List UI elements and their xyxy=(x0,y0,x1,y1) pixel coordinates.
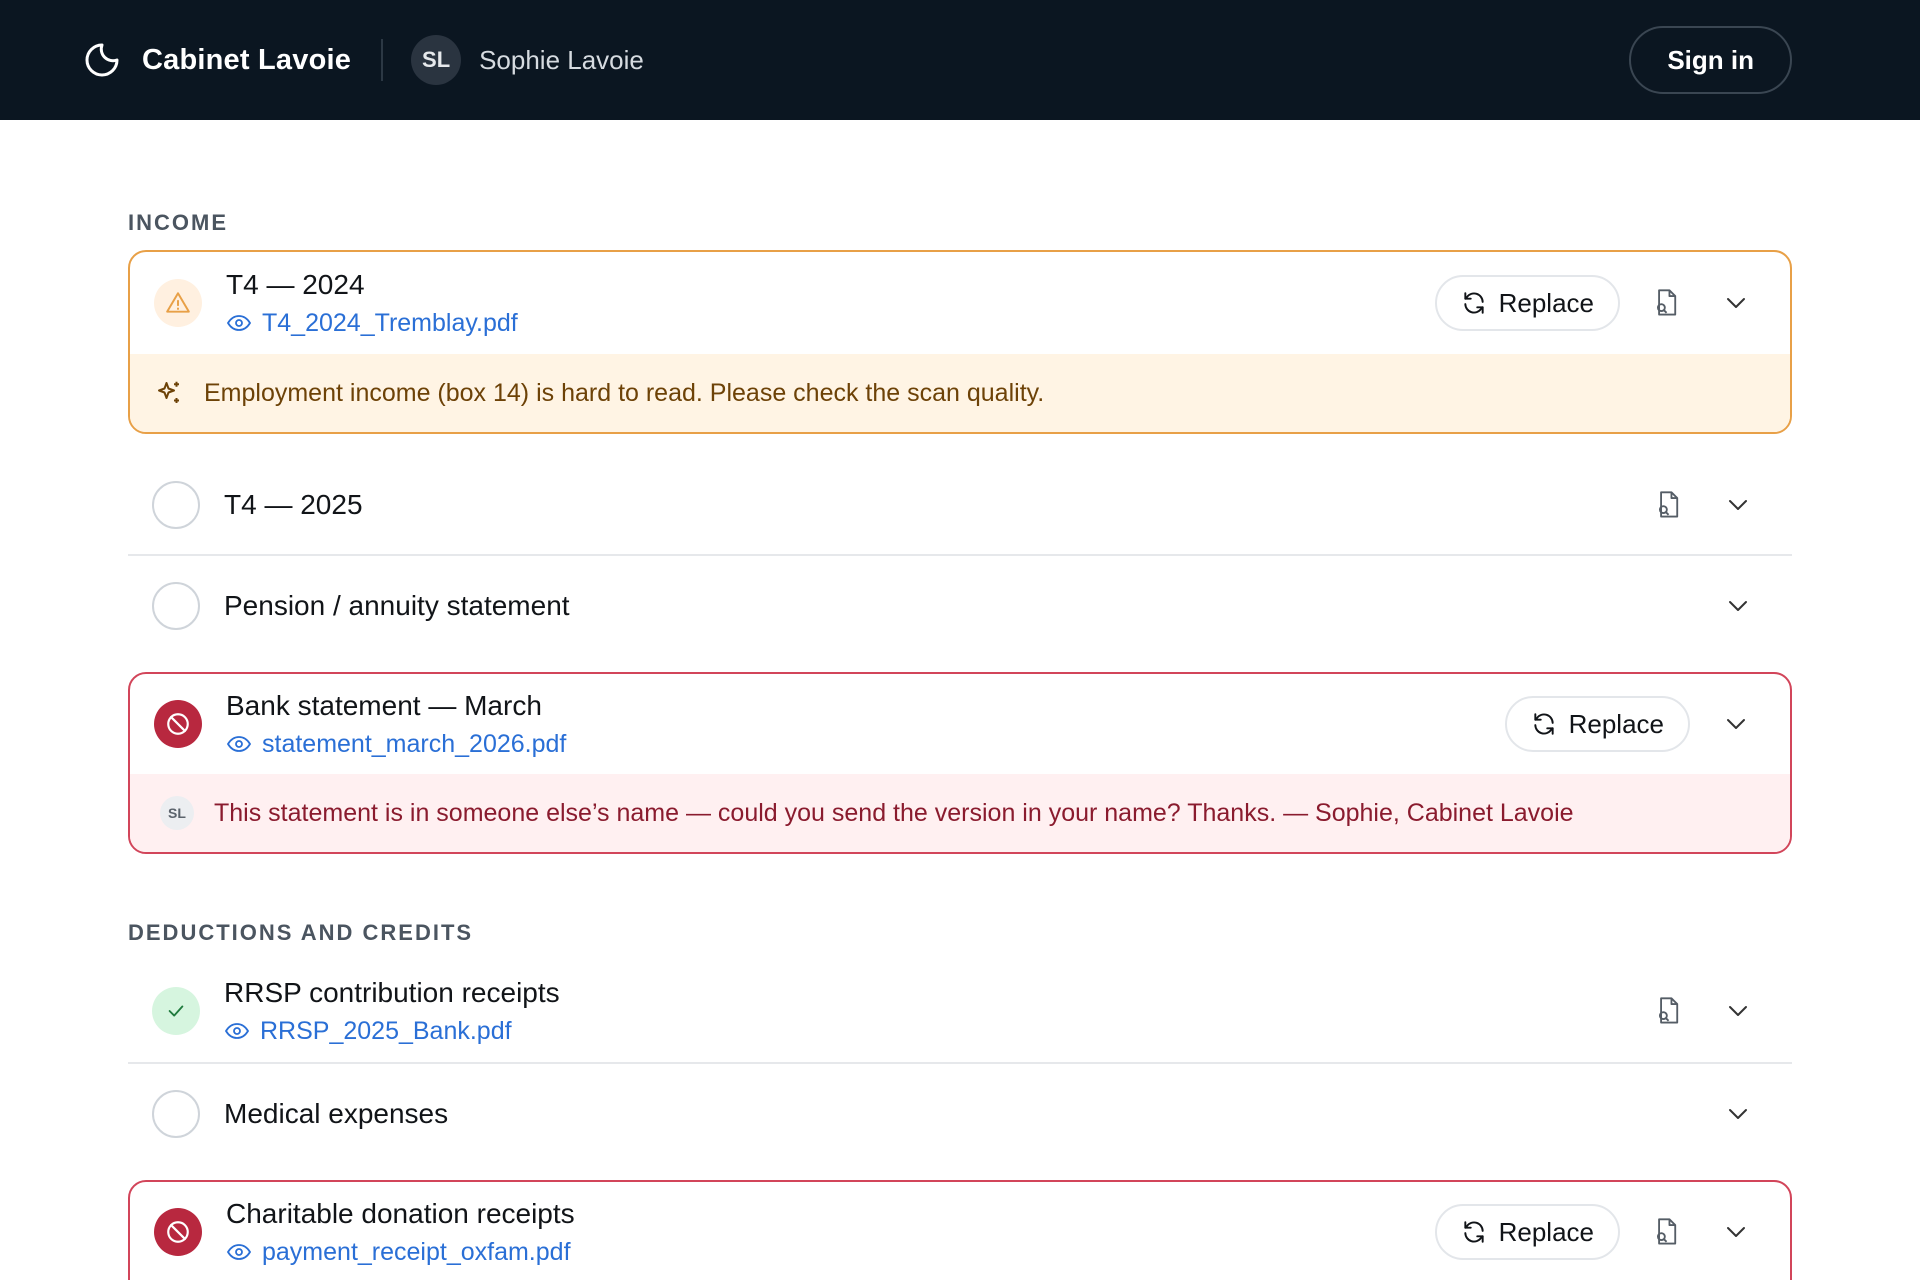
section-label-income: INCOME xyxy=(128,210,228,235)
ai-review-note: Employment income (box 14) is hard to re… xyxy=(130,354,1790,432)
replace-label: Replace xyxy=(1498,1216,1594,1247)
replace-label: Replace xyxy=(1568,708,1664,739)
eye-icon xyxy=(226,736,252,752)
checklist-item-rrsp: RRSP contribution receipts RRSP_2025_Ban… xyxy=(128,960,1792,1064)
document-search-icon[interactable] xyxy=(1638,275,1694,331)
checklist-item-charitable: Charitable donation receipts payment_rec… xyxy=(128,1180,1792,1280)
empty-status-circle xyxy=(152,582,200,630)
checklist-item-medical: Medical expenses xyxy=(128,1064,1792,1164)
avatar: SL xyxy=(160,796,194,830)
file-link[interactable]: payment_receipt_oxfam.pdf xyxy=(226,1238,1435,1267)
sparkle-icon xyxy=(158,381,179,403)
file-name[interactable]: statement_march_2026.pdf xyxy=(262,730,566,759)
avatar: SL xyxy=(411,35,462,85)
accountant-note: SL This statement is in someone else’s n… xyxy=(130,774,1790,852)
top-bar: Cabinet Lavoie SL Sophie Lavoie Sign in xyxy=(0,0,1920,120)
chevron-down-icon[interactable] xyxy=(1710,983,1766,1039)
user-info: SL Sophie Lavoie xyxy=(411,35,644,85)
document-search-icon[interactable] xyxy=(1640,983,1696,1039)
eye-icon xyxy=(226,315,252,331)
chevron-down-icon[interactable] xyxy=(1710,477,1766,533)
empty-status-circle xyxy=(152,1090,200,1138)
note-text: This statement is in someone else’s name… xyxy=(214,798,1574,827)
chevron-down-icon[interactable] xyxy=(1708,696,1764,752)
ban-icon xyxy=(154,700,202,748)
checklist-item-t4-2025: T4 — 2025 xyxy=(128,456,1792,556)
item-title: RRSP contribution receipts xyxy=(224,976,560,1008)
replace-button[interactable]: Replace xyxy=(1504,696,1690,752)
item-title: Pension / annuity statement xyxy=(224,590,570,621)
item-title: Charitable donation receipts xyxy=(226,1197,575,1229)
checklist-item-bank-statement: Bank statement — March statement_march_2… xyxy=(128,672,1792,854)
sign-in-button[interactable]: Sign in xyxy=(1629,26,1792,94)
replace-label: Replace xyxy=(1498,287,1594,318)
user-name: Sophie Lavoie xyxy=(479,44,644,75)
chevron-down-icon[interactable] xyxy=(1708,1204,1764,1260)
header-divider xyxy=(381,39,384,81)
file-name[interactable]: payment_receipt_oxfam.pdf xyxy=(262,1238,571,1267)
brand[interactable]: Cabinet Lavoie xyxy=(80,38,351,82)
file-name[interactable]: RRSP_2025_Bank.pdf xyxy=(260,1017,512,1046)
file-name[interactable]: T4_2024_Tremblay.pdf xyxy=(262,309,518,338)
replace-button[interactable]: Replace xyxy=(1434,1204,1620,1260)
refresh-icon xyxy=(1463,1221,1484,1243)
item-title: Bank statement — March xyxy=(226,689,542,721)
checklist-item-t4-2024: T4 — 2024 T4_2024_Tremblay.pdf Replace E… xyxy=(128,250,1792,434)
document-search-icon[interactable] xyxy=(1640,477,1696,533)
chevron-down-icon[interactable] xyxy=(1708,275,1764,331)
brand-name: Cabinet Lavoie xyxy=(142,43,352,76)
document-search-icon[interactable] xyxy=(1638,1204,1694,1260)
item-title: Medical expenses xyxy=(224,1098,449,1129)
ban-icon xyxy=(154,1208,202,1256)
empty-status-circle xyxy=(152,481,200,529)
check-icon xyxy=(152,987,200,1035)
item-title: T4 — 2025 xyxy=(224,489,363,520)
file-link[interactable]: RRSP_2025_Bank.pdf xyxy=(224,1017,1640,1046)
document-checklist: INCOME T4 — 2024 T4_2024_Tremblay.pdf Re… xyxy=(0,120,1920,1280)
file-link[interactable]: T4_2024_Tremblay.pdf xyxy=(226,309,1435,338)
refresh-icon xyxy=(1533,713,1554,735)
section-label-deductions: DEDUCTIONS AND CREDITS xyxy=(128,920,474,945)
moon-icon xyxy=(80,38,124,82)
file-link[interactable]: statement_march_2026.pdf xyxy=(226,730,1505,759)
warning-icon xyxy=(154,279,202,327)
chevron-down-icon[interactable] xyxy=(1710,578,1766,634)
checklist-item-pension: Pension / annuity statement xyxy=(128,556,1792,656)
item-title: T4 — 2024 xyxy=(226,268,365,300)
eye-icon xyxy=(226,1244,252,1260)
eye-icon xyxy=(224,1023,250,1039)
note-text: Employment income (box 14) is hard to re… xyxy=(204,378,1045,407)
chevron-down-icon[interactable] xyxy=(1710,1086,1766,1142)
replace-button[interactable]: Replace xyxy=(1434,275,1620,331)
refresh-icon xyxy=(1463,292,1484,314)
